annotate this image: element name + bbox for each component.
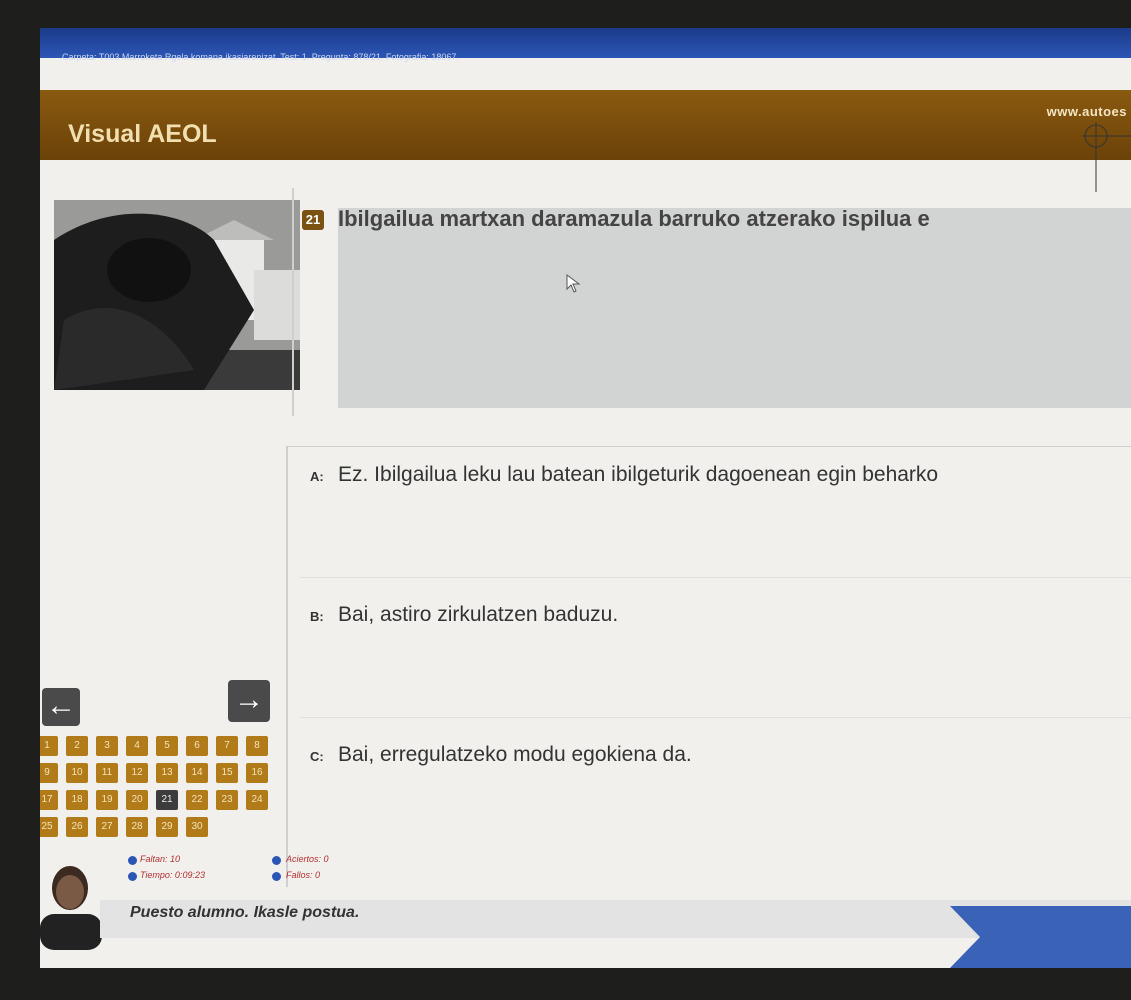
question-nav-9[interactable]: 9 — [40, 763, 58, 783]
question-nav-14[interactable]: 14 — [186, 763, 208, 783]
next-question-button[interactable]: → — [228, 680, 270, 722]
tiempo-icon — [128, 872, 137, 881]
question-text: Ibilgailua martxan daramazula barruko at… — [338, 206, 930, 231]
answer-letter: C: — [310, 749, 324, 764]
faltan-icon — [128, 856, 137, 865]
exam-screen: Carpeta: T003 Marroketa Rgela komana ika… — [40, 28, 1131, 968]
question-nav-18[interactable]: 18 — [66, 790, 88, 810]
answer-text: Bai, erregulatzeko modu egokiena da. — [338, 743, 692, 766]
answer-option-b[interactable]: B: Bai, astiro zirkulatzen baduzu. — [300, 587, 1131, 718]
fallos-icon — [272, 872, 281, 881]
question-nav-19[interactable]: 19 — [96, 790, 118, 810]
question-nav-grid: 1 2 3 4 5 6 7 8 9 10 11 12 13 14 15 16 17 18 19 20 21 22 23 24 2… — [40, 736, 272, 854]
aciertos-icon — [272, 856, 281, 865]
answer-option-a[interactable]: A: Ez. Ibilgailua leku lau batean ibilge… — [300, 447, 1131, 578]
mouse-pointer-icon — [566, 274, 581, 293]
question-nav-22[interactable]: 22 — [186, 790, 208, 810]
status-text: Puesto alumno. Ikasle postua. — [130, 904, 360, 921]
question-nav-5[interactable]: 5 — [156, 736, 178, 756]
question-nav-25[interactable]: 25 — [40, 817, 58, 837]
question-nav-20[interactable]: 20 — [126, 790, 148, 810]
answer-text: Ez. Ibilgailua leku lau batean ibilgetur… — [338, 463, 939, 486]
question-nav-8[interactable]: 8 — [246, 736, 268, 756]
question-nav-17[interactable]: 17 — [40, 790, 58, 810]
question-nav-7[interactable]: 7 — [216, 736, 238, 756]
answer-letter: B: — [310, 609, 324, 624]
stat-faltan: Faltan: 10 — [140, 854, 181, 864]
question-nav-3[interactable]: 3 — [96, 736, 118, 756]
stat-aciertos: Aciertos: 0 — [286, 854, 329, 864]
answer-letter: A: — [310, 469, 324, 484]
info-bar-text: Carpeta: T003 Marroketa Rgela komana ika… — [62, 52, 459, 62]
question-nav-23[interactable]: 23 — [216, 790, 238, 810]
question-number-badge: 21 — [302, 210, 324, 230]
question-nav-26[interactable]: 26 — [66, 817, 88, 837]
question-nav-12[interactable]: 12 — [126, 763, 148, 783]
question-nav-16[interactable]: 16 — [246, 763, 268, 783]
question-nav-27[interactable]: 27 — [96, 817, 118, 837]
website-link[interactable]: www.autoes — [1047, 104, 1127, 119]
question-nav-2[interactable]: 2 — [66, 736, 88, 756]
answer-text: Bai, astiro zirkulatzen baduzu. — [338, 603, 619, 626]
question-nav-4[interactable]: 4 — [126, 736, 148, 756]
question-nav-29[interactable]: 29 — [156, 817, 178, 837]
question-box — [338, 208, 1131, 408]
answers-panel: A: Ez. Ibilgailua leku lau batean ibilge… — [286, 446, 1131, 887]
app-title: Visual AEOL — [68, 120, 217, 148]
stat-tiempo: Tiempo: 0:09:23 — [140, 870, 205, 880]
question-panel: 21 Ibilgailua martxan daramazula barruko… — [292, 188, 1131, 416]
question-nav-1[interactable]: 1 — [40, 736, 58, 756]
question-photo — [54, 200, 300, 390]
question-nav-28[interactable]: 28 — [126, 817, 148, 837]
answer-option-c[interactable]: C: Bai, erregulatzeko modu egokiena da. — [300, 727, 1131, 857]
question-nav-13[interactable]: 13 — [156, 763, 178, 783]
question-nav-21[interactable]: 21 — [156, 790, 178, 810]
question-nav-15[interactable]: 15 — [216, 763, 238, 783]
question-nav-30[interactable]: 30 — [186, 817, 208, 837]
prev-question-button[interactable]: ← — [42, 688, 80, 726]
question-nav-24[interactable]: 24 — [246, 790, 268, 810]
question-nav-10[interactable]: 10 — [66, 763, 88, 783]
continue-arrow-icon[interactable] — [950, 906, 1131, 968]
question-nav-11[interactable]: 11 — [96, 763, 118, 783]
question-nav-6[interactable]: 6 — [186, 736, 208, 756]
driver-interior-image — [54, 200, 300, 390]
info-bar: Carpeta: T003 Marroketa Rgela komana ika… — [40, 28, 1131, 62]
stat-fallos: Fallos: 0 — [286, 870, 321, 880]
